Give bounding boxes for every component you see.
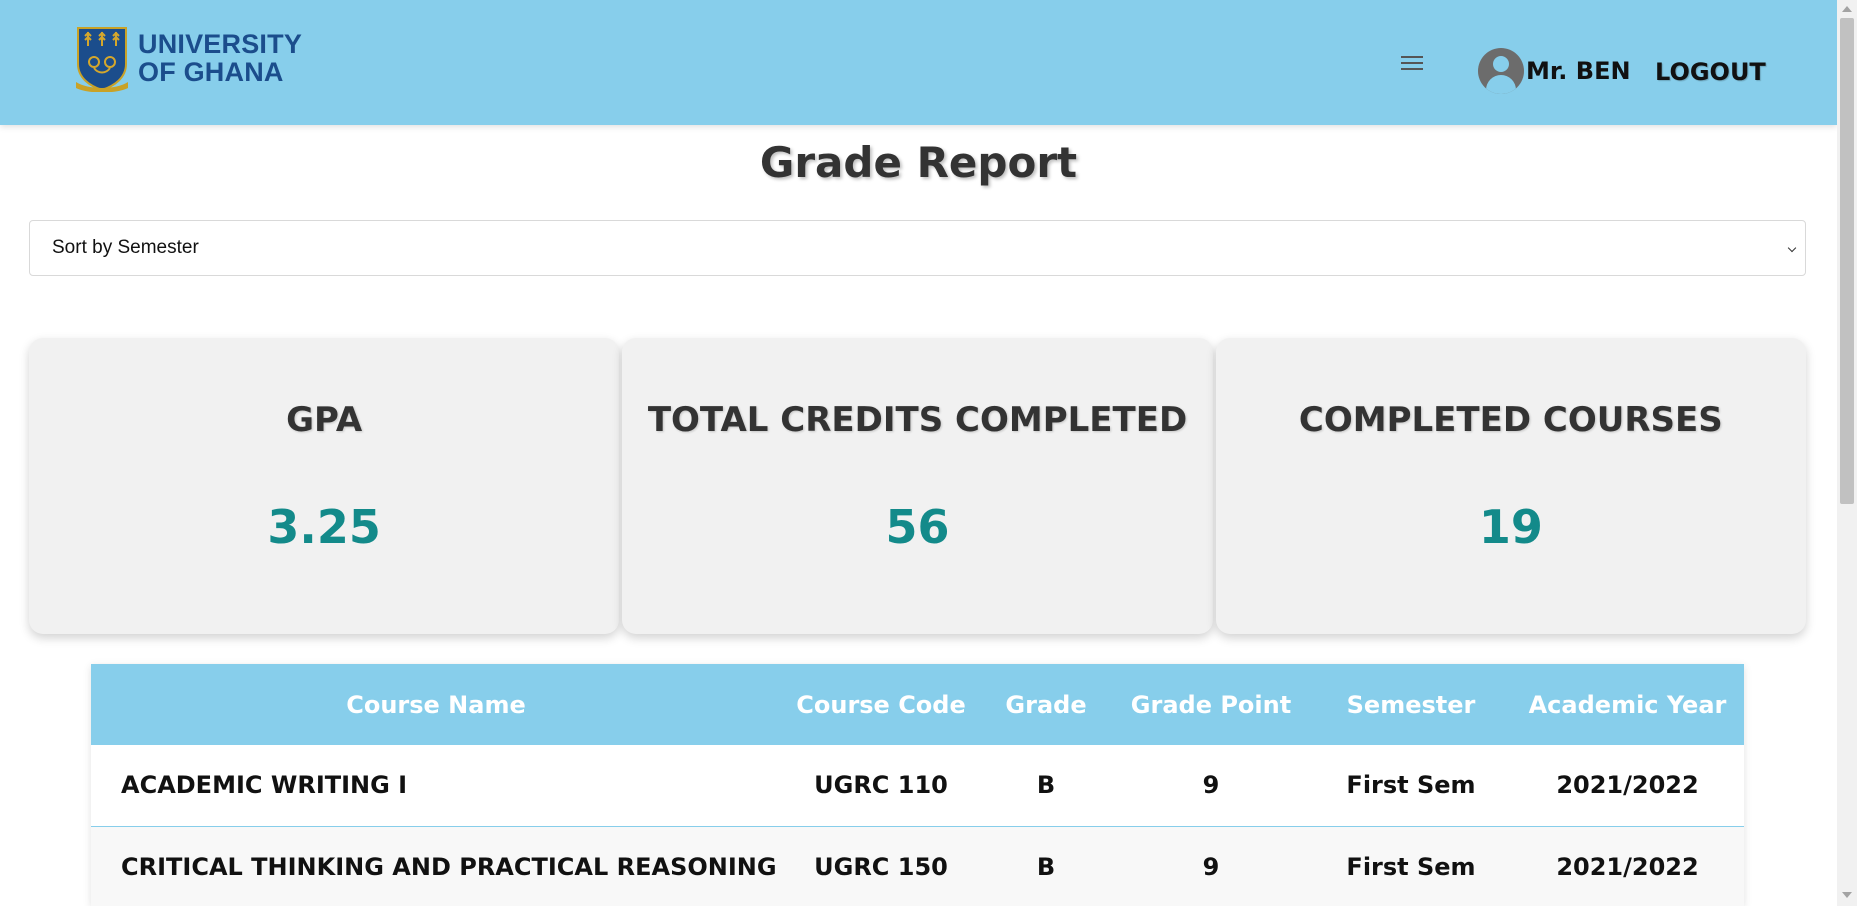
table-row: CRITICAL THINKING AND PRACTICAL REASONIN… (91, 826, 1744, 906)
stat-label: COMPLETED COURSES (1298, 400, 1723, 440)
cell-course-code: UGRC 150 (814, 852, 948, 881)
logo-text: UNIVERSITY OF GHANA (138, 30, 302, 86)
stat-card-gpa: GPA 3.25 (29, 338, 620, 634)
user-name: Mr. BEN (1526, 57, 1631, 85)
column-header-academic-year: Academic Year (1528, 690, 1727, 719)
scroll-down-icon[interactable] (1842, 892, 1852, 898)
stat-value: 19 (1478, 500, 1543, 554)
chevron-down-icon (1787, 243, 1797, 253)
cell-academic-year: 2021/2022 (1556, 771, 1699, 800)
logout-button[interactable]: LOGOUT (1655, 58, 1766, 86)
cell-grade-point: 9 (1202, 852, 1220, 881)
cell-semester: First Sem (1346, 852, 1476, 881)
grades-table-container: Course Name Course Code Grade Grade Poin… (91, 664, 1744, 906)
user-menu[interactable]: Mr. BEN (1478, 48, 1631, 94)
cell-grade-point: 9 (1202, 771, 1220, 800)
scrollbar-thumb[interactable] (1840, 18, 1854, 504)
logo-line-1: UNIVERSITY (138, 29, 303, 59)
top-navbar: UNIVERSITY OF GHANA Mr. BEN LOGOUT (0, 0, 1837, 125)
stat-label: GPA (286, 400, 363, 440)
table-header-row: Course Name Course Code Grade Grade Poin… (91, 664, 1744, 745)
sort-select[interactable]: Sort by Semester (29, 220, 1806, 276)
cell-course-name: CRITICAL THINKING AND PRACTICAL REASONIN… (121, 852, 777, 881)
column-header-semester: Semester (1346, 690, 1476, 719)
cell-course-code: UGRC 110 (814, 771, 948, 800)
stat-value: 56 (885, 500, 950, 554)
user-circle-icon (1478, 48, 1524, 94)
hamburger-icon[interactable] (1398, 52, 1426, 76)
stats-cards: GPA 3.25 TOTAL CREDITS COMPLETED 56 COMP… (29, 338, 1806, 634)
table-row: ACADEMIC WRITING I UGRC 110 B 9 First Se… (91, 745, 1744, 826)
column-header-course-name: Course Name (346, 690, 526, 719)
cell-grade: B (1036, 771, 1056, 800)
column-header-grade-point: Grade Point (1130, 690, 1292, 719)
stat-value: 3.25 (267, 500, 381, 554)
column-header-grade: Grade (1005, 690, 1087, 719)
page-scrollbar[interactable] (1837, 0, 1857, 906)
stat-card-total-credits: TOTAL CREDITS COMPLETED 56 (622, 338, 1213, 634)
sort-select-value: Sort by Semester (52, 237, 199, 258)
column-header-course-code: Course Code (796, 690, 966, 719)
cell-academic-year: 2021/2022 (1556, 852, 1699, 881)
crest-icon (76, 27, 128, 92)
stat-label: TOTAL CREDITS COMPLETED (647, 400, 1188, 440)
cell-course-name: ACADEMIC WRITING I (121, 771, 408, 800)
university-logo[interactable]: UNIVERSITY OF GHANA (74, 24, 302, 92)
page: UNIVERSITY OF GHANA Mr. BEN LOGOUT Grade… (0, 0, 1857, 906)
cell-grade: B (1036, 852, 1056, 881)
grades-table: Course Name Course Code Grade Grade Poin… (91, 664, 1744, 906)
scroll-up-icon[interactable] (1842, 6, 1852, 12)
page-title: Grade Report (759, 138, 1078, 187)
stat-card-completed-courses: COMPLETED COURSES 19 (1215, 338, 1806, 634)
cell-semester: First Sem (1346, 771, 1476, 800)
logo-line-2: OF GHANA (138, 57, 284, 87)
